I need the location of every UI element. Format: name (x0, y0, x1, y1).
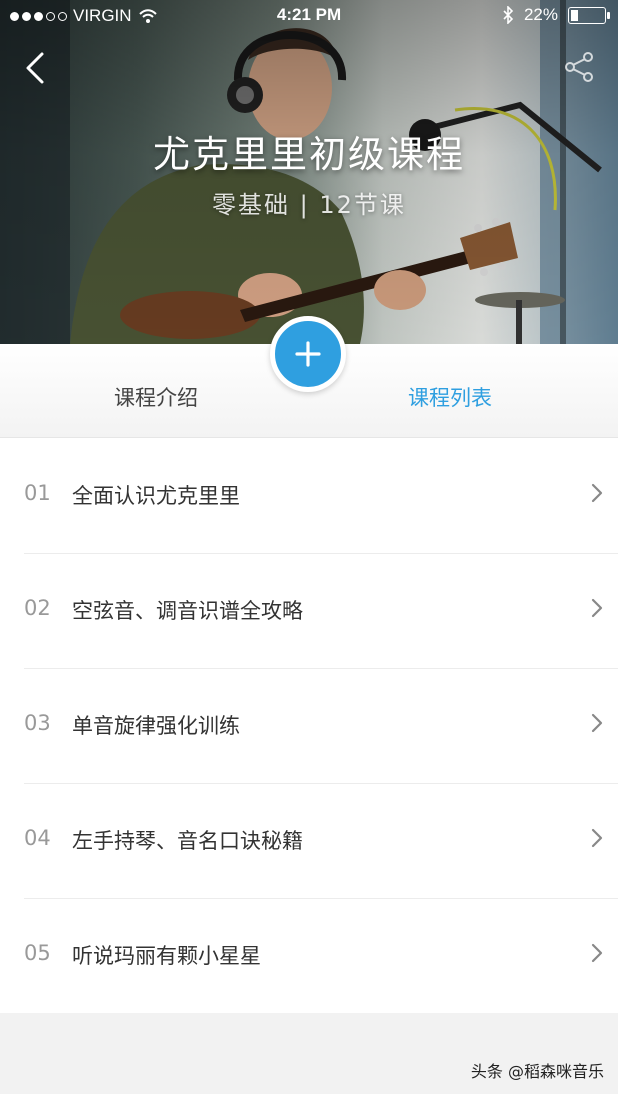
lesson-item-03[interactable]: 03 单音旋律强化训练 (0, 668, 618, 783)
lesson-title: 空弦音、调音识谱全攻略 (72, 599, 303, 623)
share-button[interactable] (562, 50, 596, 84)
lesson-item-04[interactable]: 04 左手持琴、音名口诀秘籍 (0, 783, 618, 898)
lesson-title: 左手持琴、音名口诀秘籍 (72, 829, 303, 853)
lesson-item-05[interactable]: 05 听说玛丽有颗小星星 (0, 898, 618, 1013)
plus-icon (295, 341, 321, 367)
lesson-number: 02 (24, 596, 51, 620)
watermark-text: 头条 @稻森咪音乐 (470, 1062, 604, 1081)
chevron-right-icon (591, 483, 603, 503)
lesson-title: 单音旋律强化训练 (72, 714, 240, 738)
chevron-right-icon (591, 828, 603, 848)
share-icon (565, 52, 593, 82)
lesson-item-02[interactable]: 02 空弦音、调音识谱全攻略 (0, 553, 618, 668)
lesson-title: 听说玛丽有颗小星星 (72, 944, 261, 968)
lesson-item-01[interactable]: 01 全面认识尤克里里 (0, 438, 618, 553)
lesson-number: 04 (24, 826, 51, 850)
chevron-left-icon (26, 52, 44, 84)
lesson-list: 01 全面认识尤克里里 02 空弦音、调音识谱全攻略 03 单音旋律强化训练 0… (0, 438, 618, 1013)
hero-banner: VIRGIN 4:21 PM 22% 尤克里里初级课程 零基础 | 12节课 (0, 0, 618, 344)
lesson-number: 03 (24, 711, 51, 735)
chevron-right-icon (591, 943, 603, 963)
bluetooth-icon (503, 6, 514, 24)
tab-course-intro[interactable]: 课程介绍 (114, 382, 198, 412)
tab-course-list[interactable]: 课程列表 (408, 382, 492, 412)
status-bar: VIRGIN 4:21 PM 22% (0, 0, 618, 32)
lesson-number: 01 (24, 481, 51, 505)
course-title: 尤克里里初级课程 (153, 133, 465, 176)
chevron-right-icon (591, 713, 603, 733)
add-button[interactable] (270, 316, 346, 392)
back-button[interactable] (18, 48, 52, 88)
battery-icon (568, 6, 610, 24)
battery-percent: 22% (523, 5, 558, 24)
lesson-title: 全面认识尤克里里 (72, 484, 240, 508)
course-subtitle: 零基础 | 12节课 (212, 191, 406, 219)
lesson-number: 05 (24, 941, 51, 965)
chevron-right-icon (591, 598, 603, 618)
